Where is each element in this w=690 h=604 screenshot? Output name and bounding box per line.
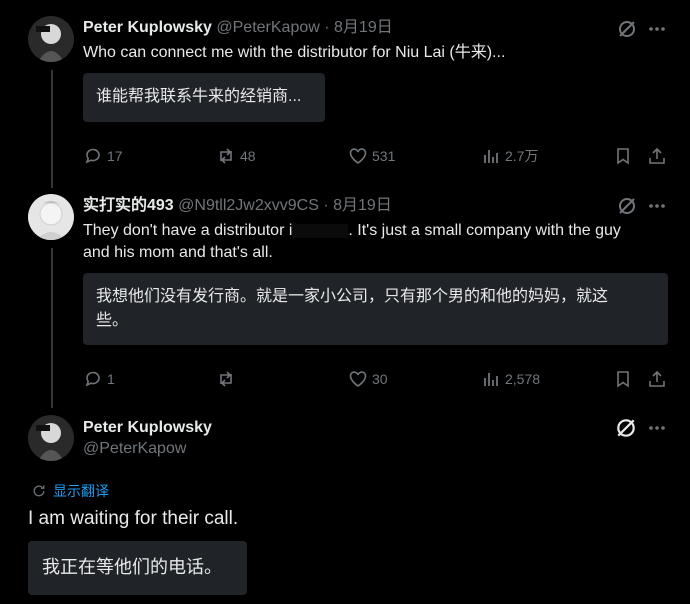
- tweet-text-line: and his mom and that's all.: [83, 244, 273, 261]
- thread-line: [51, 70, 53, 188]
- views-button[interactable]: 2.7万: [481, 146, 538, 166]
- user-handle[interactable]: @PeterKapow: [83, 438, 212, 460]
- like-count: 531: [372, 148, 396, 164]
- reply-count: 17: [107, 148, 123, 164]
- translate-icon: [33, 485, 45, 497]
- translation-box: 我想他们没有发行商。就是一家小公司，只有那个男的和他的妈妈，就这 些。: [83, 273, 668, 345]
- show-translation-link[interactable]: 显示翻译: [31, 481, 109, 501]
- user-name[interactable]: Peter Kuplowsky: [83, 19, 212, 36]
- translation-box: 谁能帮我联系牛来的经销商...: [83, 73, 325, 122]
- like-icon: [349, 148, 367, 164]
- tweet-text: Who can connect me with the distributor …: [83, 44, 506, 61]
- more-icon[interactable]: [647, 19, 667, 39]
- reply-icon: [85, 148, 100, 164]
- more-icon[interactable]: [647, 196, 667, 216]
- avatar[interactable]: [28, 415, 74, 461]
- avatar[interactable]: [28, 16, 74, 62]
- views-button[interactable]: 2,578: [481, 369, 540, 389]
- translation-text: 谁能帮我联系牛来的经销商...: [96, 88, 302, 105]
- translation-text: 我想他们没有发行商。就是一家小公司，只有那个男的和他的妈妈，就这: [96, 288, 609, 305]
- user-name[interactable]: 实打实的493: [83, 197, 174, 214]
- share-icon[interactable]: [647, 146, 667, 166]
- separator-dot: ·: [323, 197, 329, 214]
- grok-icon[interactable]: [617, 19, 637, 39]
- user-handle[interactable]: @PeterKapow: [216, 19, 319, 36]
- tweet-text-line: . It's just a small company with the guy: [348, 222, 621, 239]
- translation-text: 些。: [96, 312, 129, 329]
- tweet-date[interactable]: 8月19日: [333, 197, 392, 214]
- tweet-text: They don't have a distributor i . It's ju…: [83, 220, 673, 264]
- views-icon: [484, 150, 498, 163]
- view-count: 2.7万: [505, 148, 539, 164]
- like-button[interactable]: 531: [348, 146, 395, 166]
- reply-count: 1: [107, 371, 115, 387]
- tweet-header: Peter Kuplowsky @PeterKapow · 8月19日: [83, 18, 393, 38]
- show-translation-label: 显示翻译: [53, 483, 109, 499]
- share-icon[interactable]: [647, 369, 667, 389]
- reply-icon: [85, 371, 100, 387]
- reply-button[interactable]: 1: [83, 369, 115, 389]
- like-count: 30: [372, 371, 388, 387]
- retweet-icon: [220, 148, 232, 164]
- bookmark-icon[interactable]: [613, 369, 633, 389]
- retweet-button[interactable]: [216, 369, 240, 389]
- retweet-icon: [220, 371, 232, 387]
- tweet-date[interactable]: 8月19日: [334, 19, 393, 36]
- thread-line: [51, 248, 53, 408]
- like-button[interactable]: 30: [348, 369, 388, 389]
- user-name[interactable]: Peter Kuplowsky: [83, 417, 212, 438]
- more-icon[interactable]: [647, 418, 667, 438]
- translation-box: 我正在等他们的电话。: [28, 541, 247, 595]
- avatar[interactable]: [28, 194, 74, 240]
- grok-icon[interactable]: [617, 196, 637, 216]
- redacted-blur: [292, 223, 349, 238]
- translation-text: 我正在等他们的电话。: [42, 557, 222, 577]
- view-count: 2,578: [505, 371, 541, 387]
- reply-button[interactable]: 17: [83, 146, 123, 166]
- views-icon: [484, 373, 498, 386]
- bookmark-icon[interactable]: [613, 146, 633, 166]
- like-icon: [349, 371, 367, 387]
- retweet-count: 48: [240, 148, 256, 164]
- tweet-text-line: They don't have a distributor i: [83, 222, 293, 239]
- tweet-header: 实打实的493 @N9tll2Jw2xvv9CS · 8月19日: [83, 196, 392, 216]
- separator-dot: ·: [324, 19, 330, 36]
- grok-icon[interactable]: [615, 417, 637, 439]
- main-tweet-text: I am waiting for their call.: [28, 508, 239, 529]
- user-handle[interactable]: @N9tll2Jw2xvv9CS: [178, 197, 319, 214]
- retweet-button[interactable]: 48: [216, 146, 256, 166]
- author-block: Peter Kuplowsky @PeterKapow: [83, 417, 212, 460]
